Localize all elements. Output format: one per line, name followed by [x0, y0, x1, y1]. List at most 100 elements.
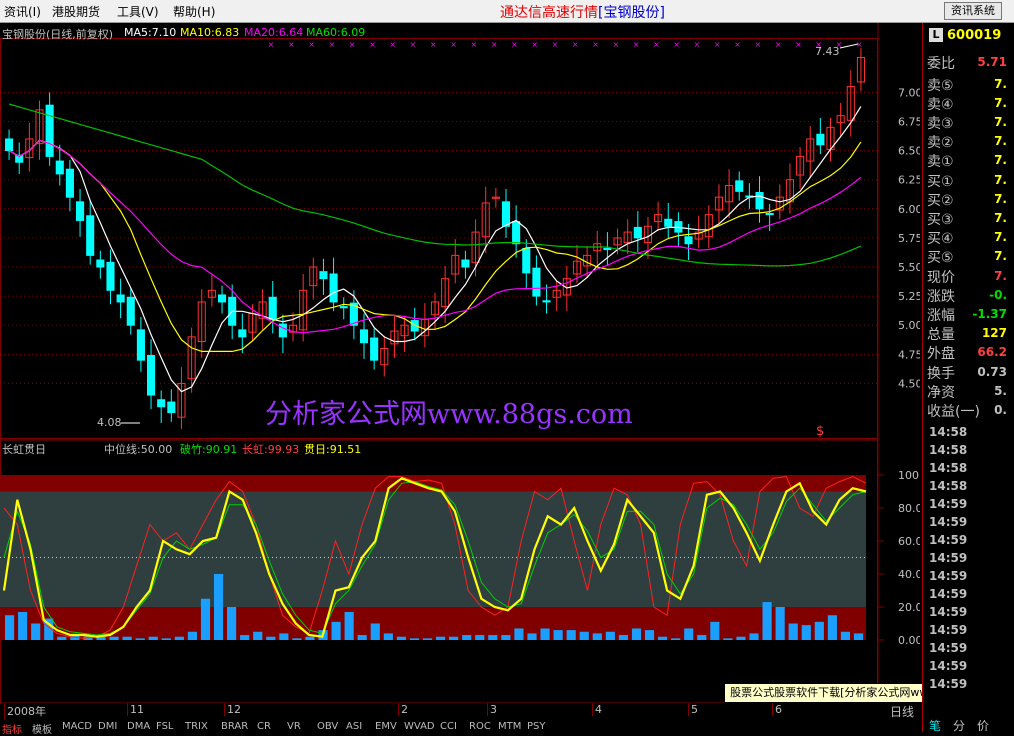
signal-marker: × — [673, 40, 680, 49]
lower-band — [0, 607, 866, 640]
indicator-tab[interactable]: WVAD — [404, 721, 435, 732]
indicator-tick-label: 60.00 — [898, 535, 920, 548]
ma10-label: MA10:6.83 — [180, 26, 240, 39]
price-tick-label: 6.25 — [898, 174, 920, 187]
buy-4-value: 7. — [994, 230, 1007, 244]
volume-bar — [736, 636, 746, 640]
stat-6-value: 5. — [994, 384, 1007, 398]
candle-body — [65, 168, 74, 198]
buy-5-value: 7. — [994, 249, 1007, 263]
x-axis-label: 11 — [127, 703, 144, 716]
indicator-tab[interactable]: MACD — [62, 721, 92, 732]
signal-marker: × — [430, 40, 437, 49]
signal-marker: × — [511, 40, 518, 49]
sell-1-label: 卖① — [927, 154, 954, 170]
indicator-tab[interactable]: MTM — [498, 721, 521, 732]
indicator-tab[interactable]: DMI — [98, 721, 117, 732]
signal-marker: × — [694, 40, 701, 49]
tick-time: 14:59 — [929, 605, 968, 619]
volume-bar — [5, 615, 15, 640]
quote-tab[interactable]: 分 — [953, 717, 965, 734]
menu-tools[interactable]: 工具(V) — [117, 3, 159, 20]
chart-stock-name: 宝钢股份(日线,前复权) — [2, 28, 114, 41]
signal-marker: × — [612, 40, 619, 49]
price-tick-label: 5.00 — [898, 319, 920, 332]
menu-info[interactable]: 资讯(I) — [4, 3, 41, 20]
buy-1-value: 7. — [994, 173, 1007, 187]
candle-body — [45, 104, 54, 157]
indicator-tab[interactable]: 模板 — [32, 721, 52, 736]
sell-2-value: 7. — [994, 134, 1007, 148]
indicator-tab[interactable]: OBV — [317, 721, 338, 732]
volume-bar — [305, 636, 315, 640]
stat-2-label: 涨幅 — [927, 308, 955, 324]
quote-tab[interactable]: 价 — [977, 717, 989, 734]
indicator-tab[interactable]: TRIX — [185, 721, 208, 732]
tick-time: 14:59 — [929, 533, 968, 547]
signal-marker: × — [491, 40, 498, 49]
volume-bar — [331, 621, 341, 640]
indicator-tab[interactable]: ASI — [346, 721, 362, 732]
signal-marker: × — [288, 40, 295, 49]
menu-hk-futures[interactable]: 港股期货 — [52, 3, 100, 20]
price-tick-label: 4.50 — [898, 377, 920, 390]
volume-bar — [396, 636, 406, 640]
tick-time: 14:59 — [929, 515, 968, 529]
volume-bar — [631, 628, 642, 640]
candle-body — [319, 271, 328, 280]
volume-bar — [279, 633, 289, 640]
indicator-tab[interactable]: PSY — [527, 721, 546, 732]
volume-bar — [723, 638, 733, 640]
quote-tab[interactable]: 笔 — [929, 717, 941, 734]
volume-bar — [18, 611, 28, 640]
app-title-text: 通达信高速行情 — [500, 5, 598, 21]
candle-body — [238, 329, 247, 338]
main-chart[interactable]: 7.00 6.75 6.50 6.25 6.00 5.75 5.50 5.25 5.00 4.75… — [0, 23, 920, 703]
indicator-tick-label: 100.0 — [898, 469, 920, 482]
signal-marker: × — [714, 40, 721, 49]
quote-panel: L 600019 委比 5.71 卖⑤ 7. 卖④ 7. 卖③ 7. 卖② 7. 卖① 7. 买① 7. 买… — [922, 23, 1014, 734]
candle-body — [816, 133, 825, 146]
indicator-tab[interactable]: FSL — [156, 721, 174, 732]
volume-bar — [292, 638, 302, 640]
signal-marker: × — [450, 40, 457, 49]
price-tick-label: 5.50 — [898, 261, 920, 274]
indicator-tab[interactable]: DMA — [127, 721, 150, 732]
volume-bar — [488, 635, 498, 640]
volume-bar — [31, 623, 41, 640]
menu-help[interactable]: 帮助(H) — [173, 3, 215, 20]
sell-3-label: 卖③ — [927, 116, 954, 132]
volume-bar — [187, 631, 197, 640]
tick-time: 14:59 — [929, 659, 968, 673]
indicator-tab[interactable]: VR — [287, 721, 301, 732]
candle-body — [542, 300, 551, 303]
stat-4-value: 66.2 — [977, 345, 1007, 359]
candle-body — [512, 221, 521, 245]
volume-bar — [840, 631, 851, 640]
signal-marker: × — [268, 40, 275, 49]
volume-bar — [200, 598, 211, 640]
sell-3-value: 7. — [994, 115, 1007, 129]
candle-body — [136, 329, 145, 361]
indicator-tab[interactable]: BRAR — [221, 721, 248, 732]
indicator-tab[interactable]: EMV — [375, 721, 397, 732]
indicator-tab[interactable]: CCI — [440, 721, 457, 732]
price-tick-label: 6.75 — [898, 115, 920, 128]
news-system-button[interactable]: 资讯系统 — [944, 2, 1002, 20]
period-label[interactable]: 日线 — [890, 703, 914, 720]
stat-1-label: 涨跌 — [927, 289, 955, 305]
indicator-tab[interactable]: CR — [257, 721, 271, 732]
code-badge: L — [929, 28, 943, 42]
indicator-tab[interactable]: ROC — [469, 721, 491, 732]
signal-marker: × — [775, 40, 782, 49]
indicator-tick-label: 20.00 — [898, 601, 920, 614]
indicator-tab[interactable]: 指标 — [2, 721, 22, 736]
volume-bar — [449, 636, 459, 640]
stat-6-label: 净资 — [927, 385, 955, 401]
volume-bar — [122, 636, 132, 640]
candle-body — [76, 201, 85, 221]
signal-marker: × — [552, 40, 559, 49]
signal-marker: × — [592, 40, 599, 49]
buy-3-label: 买③ — [927, 212, 954, 228]
sell-2-label: 卖② — [927, 135, 954, 151]
